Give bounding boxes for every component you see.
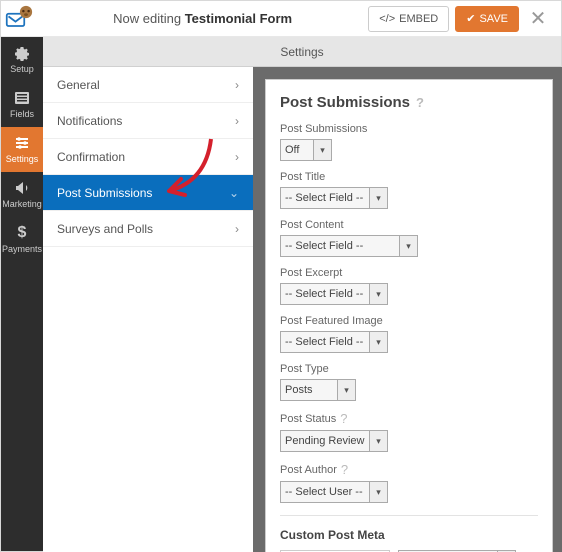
rail-payments[interactable]: $Payments — [1, 217, 43, 262]
sub-header: Settings — [43, 37, 561, 67]
help-icon[interactable]: ? — [341, 462, 348, 477]
field-label: Post Submissions — [280, 123, 538, 135]
menu-item-label: Notifications — [57, 114, 122, 128]
chevron-down-icon[interactable]: ▾ — [370, 481, 388, 503]
field-label: Post Title — [280, 171, 538, 183]
chevron-down-icon[interactable]: ▾ — [370, 187, 388, 209]
chevron-right-icon: › — [235, 114, 239, 128]
save-button[interactable]: ✔ SAVE — [455, 6, 519, 32]
chevron-down-icon[interactable]: ▾ — [314, 139, 332, 161]
field-post-featured-image: Post Featured Image -- Select Field --▾ — [280, 315, 538, 353]
page-title: Now editing Testimonial Form — [37, 11, 368, 26]
field-label: Post Content — [280, 219, 538, 231]
field-select[interactable]: -- Select Field -- — [280, 331, 370, 353]
app-logo — [1, 1, 37, 37]
rail-fields[interactable]: Fields — [1, 82, 43, 127]
panel-title: Post Submissions ? — [280, 94, 538, 111]
field-post-type: Post Type Posts▾ — [280, 363, 538, 401]
chevron-down-icon[interactable]: ▾ — [338, 379, 356, 401]
field-post-content: Post Content -- Select Field --▾ — [280, 219, 538, 257]
left-rail: SetupFieldsSettingsMarketing$Payments — [1, 37, 43, 551]
menu-surveys-and-polls[interactable]: Surveys and Polls › — [43, 211, 253, 247]
chevron-down-icon[interactable]: ▾ — [370, 331, 388, 353]
check-icon: ✔ — [466, 12, 475, 25]
menu-item-label: Post Submissions — [57, 186, 152, 200]
chevron-right-icon: › — [235, 222, 239, 236]
field-select[interactable]: -- Select User -- — [280, 481, 370, 503]
menu-item-label: Confirmation — [57, 150, 125, 164]
field-post-author: Post Author ? -- Select User --▾ — [280, 462, 538, 503]
field-label: Post Status ? — [280, 411, 538, 426]
menu-general[interactable]: General › — [43, 67, 253, 103]
help-icon[interactable]: ? — [340, 411, 347, 426]
chevron-down-icon[interactable]: ▾ — [400, 235, 418, 257]
field-post-submissions: Post Submissions Off▾ — [280, 123, 538, 161]
chevron-right-icon: › — [235, 150, 239, 164]
custom-meta-title: Custom Post Meta — [280, 528, 538, 542]
chevron-right-icon: › — [235, 78, 239, 92]
field-label: Post Type — [280, 363, 538, 375]
settings-panel: Post Submissions ? Post SubmissionsOff▾P… — [265, 79, 553, 552]
code-icon: </> — [379, 13, 395, 25]
field-select[interactable]: -- Select Field -- — [280, 187, 370, 209]
field-label: Post Featured Image — [280, 315, 538, 327]
field-post-title: Post Title -- Select Field --▾ — [280, 171, 538, 209]
settings-menu: General › Notifications › Confirmation › Post … — [43, 67, 253, 552]
field-label: Post Excerpt — [280, 267, 538, 279]
field-select[interactable]: Off — [280, 139, 314, 161]
chevron-down-icon: ⌄ — [229, 186, 239, 200]
menu-post-submissions[interactable]: Post Submissions ⌄ — [43, 175, 253, 211]
menu-confirmation[interactable]: Confirmation › — [43, 139, 253, 175]
rail-marketing[interactable]: Marketing — [1, 172, 43, 217]
field-post-status: Post Status ? Pending Review▾ — [280, 411, 538, 452]
close-button[interactable]: ✕ — [525, 6, 551, 31]
field-post-excerpt: Post Excerpt -- Select Field --▾ — [280, 267, 538, 305]
field-select[interactable]: Posts — [280, 379, 338, 401]
menu-item-label: General — [57, 78, 100, 92]
chevron-down-icon[interactable]: ▾ — [370, 430, 388, 452]
field-label: Post Author ? — [280, 462, 538, 477]
field-select[interactable]: -- Select Field -- — [280, 283, 370, 305]
field-select[interactable]: Pending Review — [280, 430, 370, 452]
menu-notifications[interactable]: Notifications › — [43, 103, 253, 139]
help-icon[interactable]: ? — [416, 95, 424, 110]
menu-item-label: Surveys and Polls — [57, 222, 153, 236]
field-select[interactable]: -- Select Field -- — [280, 235, 400, 257]
chevron-down-icon[interactable]: ▾ — [370, 283, 388, 305]
rail-settings[interactable]: Settings — [1, 127, 43, 172]
embed-button[interactable]: </> EMBED — [368, 6, 449, 32]
rail-setup[interactable]: Setup — [1, 37, 43, 82]
